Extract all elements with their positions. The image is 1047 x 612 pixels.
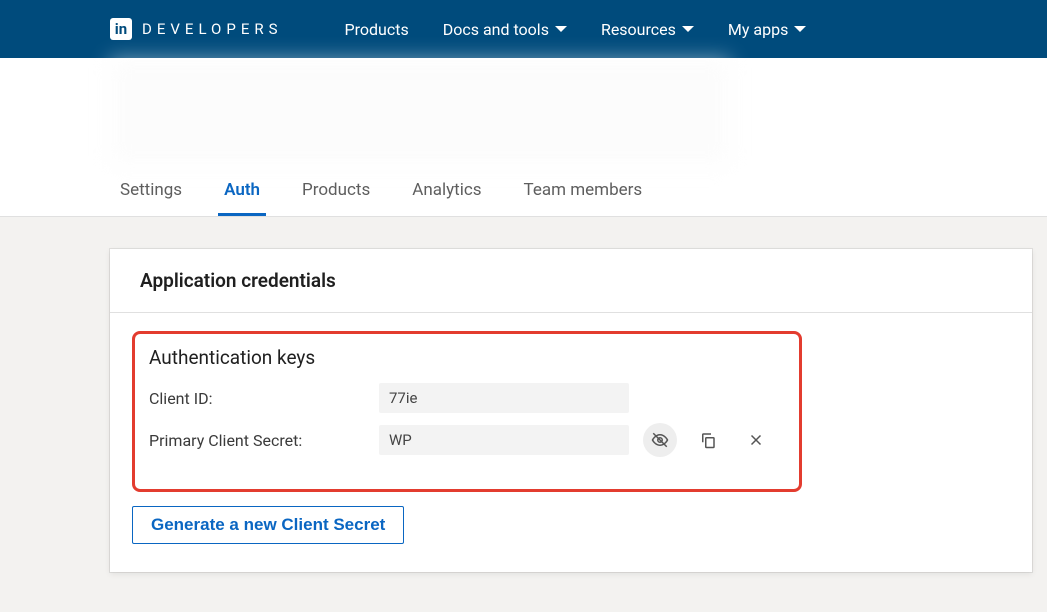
app-header-redacted: [0, 58, 1047, 166]
app-tabs: Settings Auth Products Analytics Team me…: [0, 166, 1047, 217]
nav-item-products[interactable]: Products: [345, 20, 409, 39]
nav-items: Products Docs and tools Resources My app…: [345, 20, 807, 39]
client-id-row: Client ID: 77ie: [149, 383, 789, 413]
linkedin-icon: in: [110, 18, 132, 40]
tab-team-members[interactable]: Team members: [524, 166, 643, 216]
client-secret-value[interactable]: WP: [379, 425, 629, 455]
copy-icon[interactable]: [691, 423, 725, 457]
client-secret-label: Primary Client Secret:: [149, 431, 379, 450]
chevron-down-icon: [794, 26, 806, 32]
auth-keys-title: Authentication keys: [149, 346, 789, 369]
card-body: Authentication keys Client ID: 77ie Prim…: [110, 313, 1032, 572]
chevron-down-icon: [555, 26, 567, 32]
nav-label: My apps: [728, 20, 788, 39]
client-secret-row: Primary Client Secret: WP: [149, 423, 789, 457]
nav-label: Products: [345, 20, 409, 39]
top-navigation: in DEVELOPERS Products Docs and tools Re…: [0, 0, 1047, 58]
tab-settings[interactable]: Settings: [120, 166, 182, 216]
card-title: Application credentials: [110, 249, 1032, 313]
brand-text: DEVELOPERS: [142, 20, 283, 38]
main: Application credentials Authentication k…: [0, 217, 1047, 612]
generate-client-secret-button[interactable]: Generate a new Client Secret: [132, 506, 404, 544]
tab-auth[interactable]: Auth: [224, 166, 260, 216]
client-id-label: Client ID:: [149, 389, 379, 408]
nav-item-docs[interactable]: Docs and tools: [443, 20, 567, 39]
nav-item-resources[interactable]: Resources: [601, 20, 694, 39]
nav-label: Resources: [601, 20, 676, 39]
auth-keys-highlight: Authentication keys Client ID: 77ie Prim…: [132, 331, 802, 492]
client-id-value[interactable]: 77ie: [379, 383, 629, 413]
brand[interactable]: in DEVELOPERS: [110, 18, 283, 40]
chevron-down-icon: [682, 26, 694, 32]
tab-analytics[interactable]: Analytics: [412, 166, 481, 216]
nav-label: Docs and tools: [443, 20, 549, 39]
credentials-card: Application credentials Authentication k…: [110, 249, 1032, 572]
close-icon[interactable]: [739, 423, 773, 457]
nav-item-myapps[interactable]: My apps: [728, 20, 806, 39]
tab-products[interactable]: Products: [302, 166, 370, 216]
page-content: Settings Auth Products Analytics Team me…: [0, 58, 1047, 217]
visibility-toggle-icon[interactable]: [643, 423, 677, 457]
